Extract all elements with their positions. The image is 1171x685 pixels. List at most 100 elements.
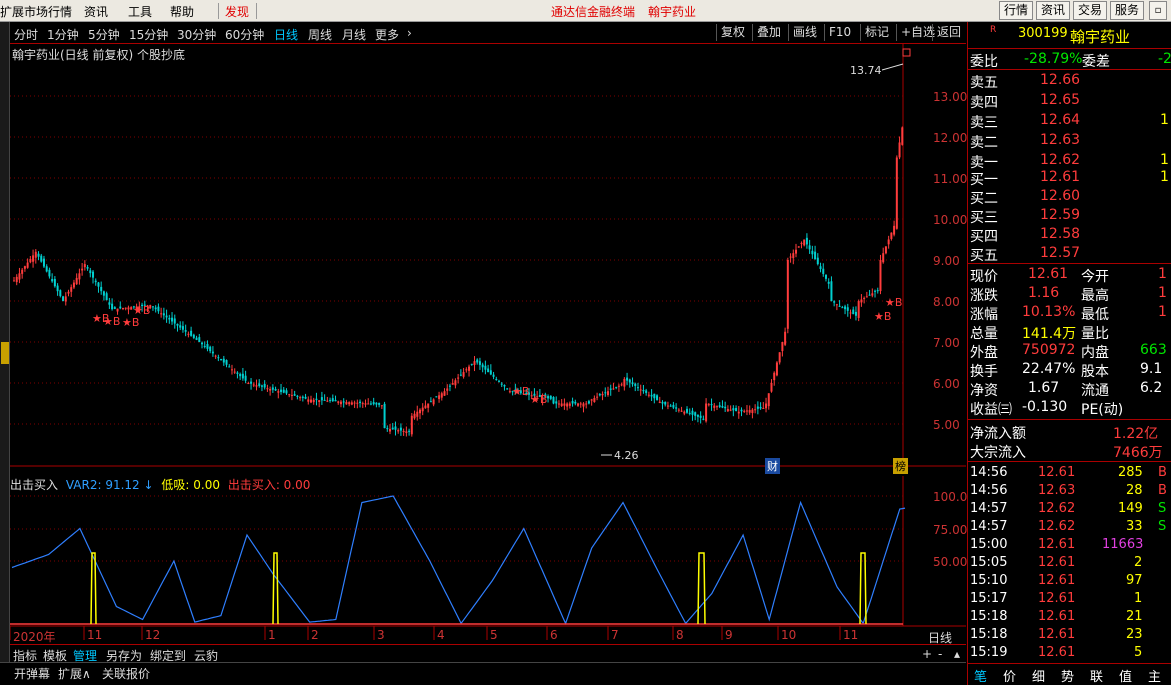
rzrq-icon: R (990, 25, 997, 35)
tab-daily[interactable]: 日线 (274, 26, 298, 43)
bid-row[interactable]: 买四 12.58 (968, 225, 1171, 245)
chevron-right-icon[interactable]: › (407, 26, 412, 40)
related-quote-button[interactable]: 关联报价 (102, 665, 150, 682)
tab-60min[interactable]: 60分钟 (225, 26, 264, 43)
mark-button[interactable]: 标记 (860, 24, 893, 41)
finance-badge[interactable]: 财 (765, 458, 780, 474)
candle-body (192, 334, 195, 338)
bid-row[interactable]: 买一 12.61 1 (968, 168, 1171, 188)
scroll-up-icon[interactable]: ▴ (954, 647, 960, 661)
expand-button[interactable]: 扩展∧ (58, 665, 91, 682)
candle-body (277, 391, 280, 393)
stat-label-2: 量比 (1081, 326, 1109, 342)
candle-body (609, 388, 612, 390)
rank-badge[interactable]: 榜 (893, 458, 908, 474)
quote-tab[interactable]: 值 (1119, 666, 1132, 685)
quote-tab[interactable]: 价 (1003, 666, 1016, 685)
zoom-out-button[interactable]: - (938, 647, 942, 661)
tick-volume: 1 (1134, 591, 1143, 606)
overlay-button[interactable]: 叠加 (752, 24, 785, 41)
candle-body (206, 344, 209, 349)
buy-signal-label: ★B (874, 310, 891, 323)
tab-monthly[interactable]: 月线 (342, 26, 366, 43)
tab-30min[interactable]: 30分钟 (177, 26, 216, 43)
back-button[interactable]: 返回 (932, 24, 965, 41)
f10-button[interactable]: F10 (824, 24, 855, 41)
price-axis-label: 12.00 (933, 131, 968, 145)
candle-body (285, 390, 288, 394)
quote-tab[interactable]: 笔 (974, 666, 987, 685)
zoom-in-button[interactable]: + (922, 647, 932, 661)
left-side-tab[interactable] (0, 22, 10, 682)
var2-line (11, 495, 906, 626)
candle-body (582, 403, 585, 407)
ask-row[interactable]: 卖四 12.65 (968, 91, 1171, 111)
candle-body (81, 268, 84, 271)
window-restore-icon[interactable]: ▫ (1149, 1, 1167, 20)
candle-body (623, 378, 626, 387)
kline-chart[interactable]: ★B★B ★B★B★B★B★B★B (10, 22, 966, 644)
menu-help[interactable]: 帮助 (170, 3, 194, 20)
candle-body (634, 383, 637, 386)
candle-body (383, 403, 386, 429)
quote-tab[interactable]: 细 (1032, 666, 1045, 685)
candle-body (707, 404, 710, 406)
ask-row[interactable]: 卖三 12.64 1 (968, 111, 1171, 131)
quote-button[interactable]: 行情 (999, 1, 1033, 20)
stat-value: 22.47% (1022, 361, 1076, 377)
candle-body (615, 386, 618, 388)
x-axis-label: 4 (437, 628, 445, 642)
stat-row: 换手 22.47% 股本 9.1 (968, 360, 1171, 380)
promo-stock[interactable]: 翰宇药业 (648, 3, 696, 20)
quote-tab[interactable]: 势 (1061, 666, 1074, 685)
chart-marker-icon (902, 48, 911, 57)
candle-body (59, 290, 62, 297)
menu-news[interactable]: 资讯 (84, 3, 108, 20)
indicator-name[interactable]: 出击买入 (10, 478, 58, 492)
ask-row[interactable]: 卖五 12.66 (968, 71, 1171, 91)
candle-body (290, 394, 293, 396)
tab-5min[interactable]: 5分钟 (88, 26, 120, 43)
bid-row[interactable]: 买五 12.57 (968, 244, 1171, 264)
quote-tab[interactable]: 联 (1090, 666, 1103, 685)
candle-body (34, 251, 37, 258)
tab-1min[interactable]: 1分钟 (47, 26, 79, 43)
danmu-button[interactable]: 开弹幕 (14, 665, 50, 682)
stock-name: 翰宇药业 (1070, 28, 1131, 46)
candle-body (86, 267, 89, 269)
tick-row: 14:56 12.63 28 B (968, 482, 1171, 501)
menu-discover[interactable]: 发现 (225, 3, 249, 20)
news-button[interactable]: 资讯 (1036, 1, 1070, 20)
tab-more[interactable]: 更多 (375, 26, 399, 43)
tick-row: 14:56 12.61 285 B (968, 464, 1171, 483)
menu-tools[interactable]: 工具 (128, 3, 152, 20)
candle-body (214, 355, 217, 357)
quote-tab[interactable]: 主 (1148, 666, 1161, 685)
candle-body (871, 293, 874, 296)
candle-body (389, 428, 392, 432)
tab-15min[interactable]: 15分钟 (129, 26, 168, 43)
candle-body (587, 401, 590, 404)
tab-fenshi[interactable]: 分时 (14, 26, 38, 43)
promo-terminal[interactable]: 通达信金融终端 (551, 3, 635, 20)
stat-label: 净资 (970, 383, 998, 399)
candle-body (108, 302, 111, 305)
draw-line-button[interactable]: 画线 (788, 24, 821, 41)
candle-body (195, 337, 198, 340)
stat-label: 外盘 (970, 345, 998, 361)
candle-body (364, 403, 367, 405)
tick-row: 15:10 12.61 97 (968, 572, 1171, 591)
menu-extended-market[interactable]: 扩展市场行情 (0, 3, 72, 20)
price-axis-label: 13.00 (933, 90, 968, 104)
ask-row[interactable]: 卖二 12.63 (968, 131, 1171, 151)
bid-row[interactable]: 买二 12.60 (968, 187, 1171, 207)
tab-weekly[interactable]: 周线 (308, 26, 332, 43)
indicator-axis-label: 50.00 (933, 555, 968, 569)
tick-price: 12.61 (1038, 555, 1076, 570)
trade-button[interactable]: 交易 (1073, 1, 1107, 20)
expand-arrow-icon[interactable] (1, 342, 9, 364)
service-button[interactable]: 服务 (1110, 1, 1144, 20)
candle-body (331, 398, 334, 402)
bid-row[interactable]: 买三 12.59 (968, 206, 1171, 226)
fuquan-button[interactable]: 复权 (716, 24, 749, 41)
